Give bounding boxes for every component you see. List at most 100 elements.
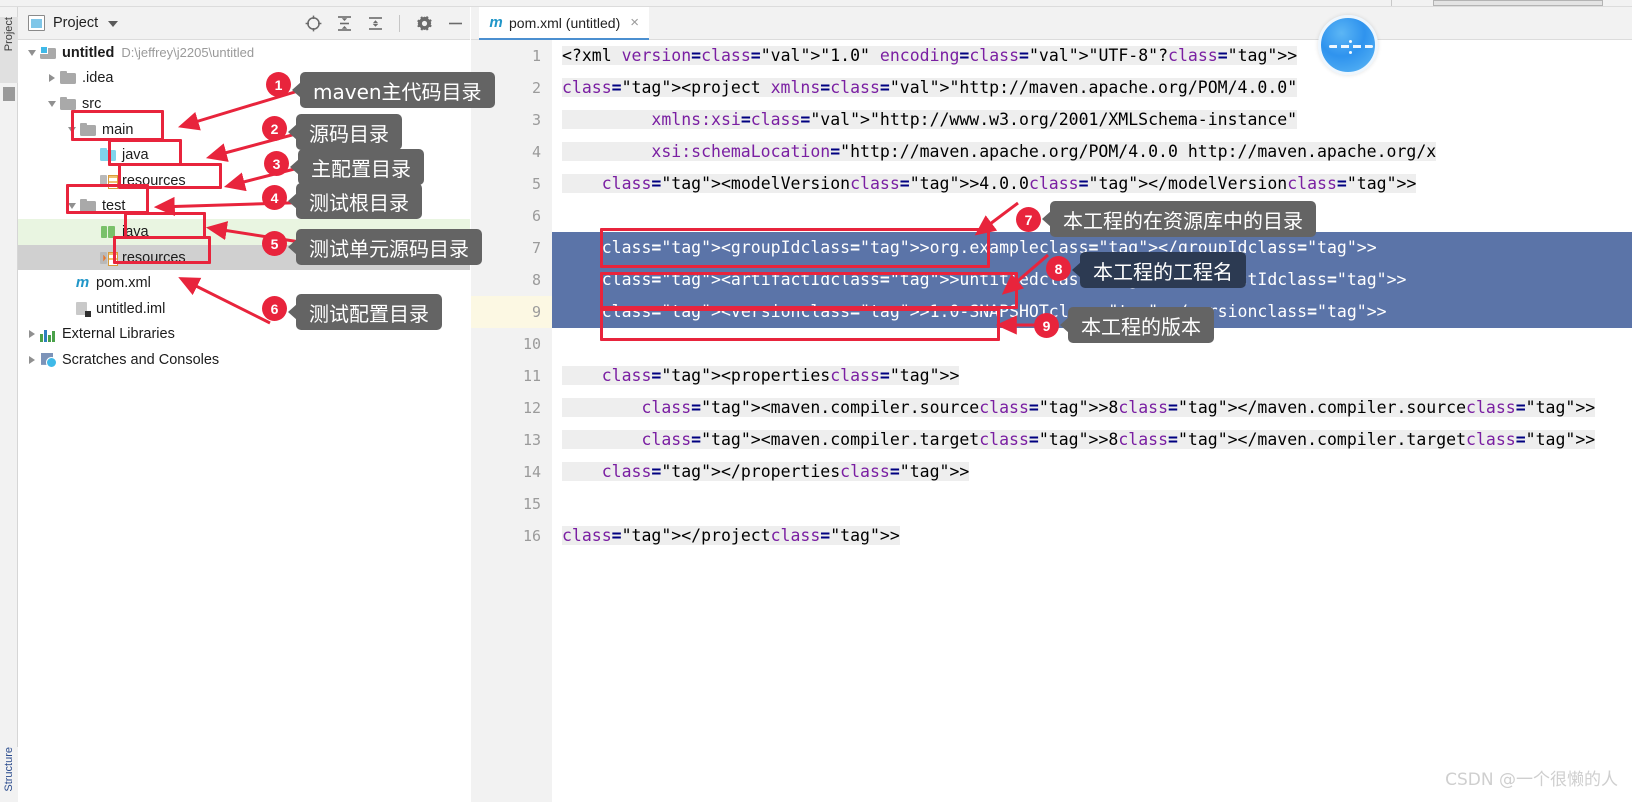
folder-icon <box>60 70 77 86</box>
collapse-all-icon[interactable] <box>366 15 384 33</box>
annotation-bubble-5: 测试单元源码目录 <box>288 229 482 265</box>
maven-file-icon: m <box>75 274 90 292</box>
highlight-box-test-java <box>124 212 206 239</box>
editor-gutter[interactable]: 1 2 3 4 5 6 7 8 9 10 11 12 13 14 15 16 <box>471 40 552 802</box>
tool-window-tab-structure-label: Structure <box>3 747 15 792</box>
annotation-bubble-9: 本工程的版本 <box>1060 307 1214 343</box>
project-panel-title: Project <box>53 15 99 31</box>
code-line-3[interactable]: xmlns:xsi=class="val">"http://www.w3.org… <box>552 104 1632 136</box>
code-line-12[interactable]: class="tag"><maven.compiler.sourceclass=… <box>552 392 1632 424</box>
annotation-bubble-1: maven主代码目录 <box>292 72 495 108</box>
project-panel-icon <box>28 15 45 31</box>
code-line-5[interactable]: class="tag"><modelVersionclass="tag">>4.… <box>552 168 1632 200</box>
watermark: CSDN @一个很懒的人 <box>1445 770 1618 790</box>
toolbar-separator <box>399 15 400 32</box>
code-text: xmlns:xsi=class="val">"http://www.w3.org… <box>562 110 1298 129</box>
twisty-collapsed[interactable] <box>44 70 60 86</box>
toolbar-partial-control[interactable] <box>1433 0 1603 6</box>
editor-tab-bar: m pom.xml (untitled) × <box>471 7 1632 40</box>
left-tool-rail: Project Structure <box>0 7 18 802</box>
line-number: 16 <box>522 527 541 545</box>
highlight-box-artifactid <box>600 272 1018 309</box>
editor-area: m pom.xml (untitled) × 1 2 3 4 5 6 7 8 9… <box>471 7 1632 802</box>
line-number: 4 <box>531 143 541 161</box>
project-panel-toolbar <box>304 7 464 40</box>
tree-row-scratches-and-consoles[interactable]: Scratches and Consoles <box>18 347 470 373</box>
external-libraries-icon <box>40 326 57 343</box>
annotation-badge-8: 8 <box>1046 256 1071 281</box>
code-line-11[interactable]: class="tag"><propertiesclass="tag">> <box>552 360 1632 392</box>
annotation-bubble-7: 本工程的在资源库中的目录 <box>1042 201 1316 237</box>
line-number: 5 <box>531 175 541 193</box>
ide-window: Project Structure Project untitled D:\je… <box>0 0 1632 802</box>
tool-window-tab-structure[interactable]: Structure <box>0 747 18 802</box>
tree-row-untitled[interactable]: untitled D:\jeffrey\j2205\untitled <box>18 40 470 66</box>
highlight-box-test <box>66 184 149 214</box>
twisty-expanded[interactable] <box>44 96 60 112</box>
code-text: class="tag"><project xmlns=class="val">"… <box>562 78 1298 97</box>
line-number: 9 <box>471 296 552 328</box>
highlight-box-main-java <box>108 139 182 166</box>
annotation-bubble-8: 本工程的工程名 <box>1072 252 1246 288</box>
line-number: 7 <box>531 239 541 257</box>
code-text: class="tag"></projectclass="tag">> <box>562 526 900 545</box>
annotation-badge-3: 3 <box>264 151 289 176</box>
line-number: 3 <box>531 111 541 129</box>
editor-code[interactable]: <?xml version=class="val">"1.0" encoding… <box>552 40 1632 802</box>
chevron-down-icon[interactable] <box>108 21 119 27</box>
annotation-bubble-3: 主配置目录 <box>290 149 424 185</box>
twisty-collapsed[interactable] <box>24 326 40 342</box>
code-text: class="tag"></propertiesclass="tag">> <box>562 462 970 481</box>
tree-label: untitled <box>62 44 115 61</box>
code-text: class="tag"><modelVersionclass="tag">>4.… <box>562 174 1417 193</box>
tool-window-marker <box>3 87 15 101</box>
code-line-16[interactable]: class="tag"></projectclass="tag">> <box>552 520 1632 552</box>
tree-label: pom.xml <box>96 275 151 292</box>
code-line-1[interactable]: <?xml version=class="val">"1.0" encoding… <box>552 40 1632 72</box>
highlight-box-main <box>71 110 164 141</box>
expand-all-icon[interactable] <box>335 15 353 33</box>
mouse-cursor-highlight <box>1318 15 1378 75</box>
locate-icon[interactable] <box>304 15 322 33</box>
highlight-box-test-resources <box>113 236 211 264</box>
line-number: 10 <box>522 335 541 353</box>
annotation-badge-6: 6 <box>262 296 287 321</box>
code-line-14[interactable]: class="tag"></propertiesclass="tag">> <box>552 456 1632 488</box>
highlight-box-version <box>600 308 1000 341</box>
code-line-2[interactable]: class="tag"><project xmlns=class="val">"… <box>552 72 1632 104</box>
close-icon[interactable]: × <box>630 14 639 31</box>
tree-project-path: D:\jeffrey\j2205\untitled <box>121 45 255 61</box>
annotation-badge-4: 4 <box>262 185 287 210</box>
toolbar-divider <box>1391 0 1392 6</box>
tree-row-pom-xml[interactable]: m pom.xml <box>18 270 470 296</box>
tree-label: untitled.iml <box>96 300 166 317</box>
tree-label: External Libraries <box>62 326 175 343</box>
editor-tab-label: pom.xml (untitled) <box>509 14 621 31</box>
cursor-dots-icon <box>1349 40 1352 54</box>
iml-file-icon <box>74 301 91 317</box>
hide-panel-icon[interactable] <box>446 15 464 33</box>
code-text: <?xml version=class="val">"1.0" encoding… <box>562 46 1298 65</box>
code-line-4[interactable]: xsi:schemaLocation="http://maven.apache.… <box>552 136 1632 168</box>
annotation-badge-5: 5 <box>262 231 287 256</box>
code-line-13[interactable]: class="tag"><maven.compiler.targetclass=… <box>552 424 1632 456</box>
line-number: 8 <box>531 271 541 289</box>
twisty-expanded[interactable] <box>24 45 40 61</box>
top-toolbar-strip <box>0 0 1632 7</box>
settings-gear-icon[interactable] <box>415 15 433 33</box>
project-panel-title-group[interactable]: Project <box>18 15 119 31</box>
annotation-badge-2: 2 <box>262 116 287 141</box>
tool-window-tab-project[interactable]: Project <box>0 17 18 83</box>
code-line-15[interactable] <box>552 488 1632 520</box>
annotation-badge-1: 1 <box>266 72 291 97</box>
twisty-collapsed[interactable] <box>24 352 40 368</box>
line-number: 13 <box>522 431 541 449</box>
editor-tab-pom-xml[interactable]: m pom.xml (untitled) × <box>479 7 650 40</box>
code-text: class="tag"><maven.compiler.sourceclass=… <box>562 398 1596 417</box>
annotation-bubble-6: 测试配置目录 <box>288 294 442 330</box>
code-text: class="tag"><maven.compiler.targetclass=… <box>562 430 1596 449</box>
tree-label: .idea <box>82 70 114 87</box>
tool-window-tab-project-label: Project <box>3 17 15 52</box>
code-text: class="tag"><propertiesclass="tag">> <box>562 366 960 385</box>
tree-label: Scratches and Consoles <box>62 351 220 368</box>
